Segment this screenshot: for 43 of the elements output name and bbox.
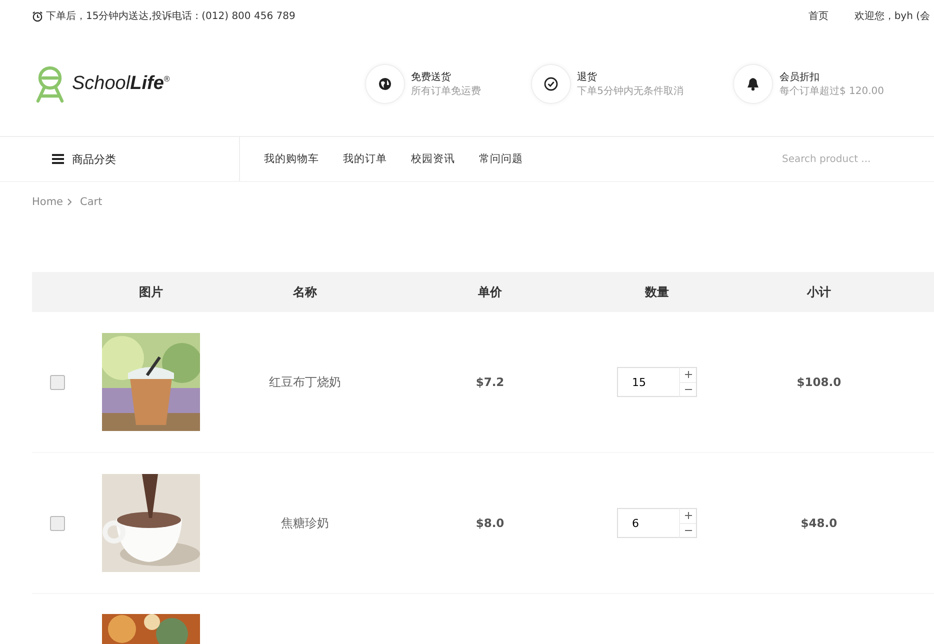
logo-text: SchoolLife$^{®}$ xyxy=(72,73,170,95)
minus-icon xyxy=(684,388,692,390)
quantity-field[interactable]: 6 xyxy=(617,508,679,538)
breadcrumb-current: Cart xyxy=(80,196,102,208)
nav-link[interactable]: 校园资讯 xyxy=(411,152,455,166)
top-link[interactable]: 欢迎您，byh (会 xyxy=(854,9,930,23)
nav-link[interactable]: 我的订单 xyxy=(343,152,387,166)
feature-subtitle: 所有订单免运费 xyxy=(411,84,482,98)
feature-subtitle: 每个订单超过$ 120.00 xyxy=(779,84,884,98)
breadcrumb-link[interactable]: Home xyxy=(32,196,64,208)
checkbox[interactable] xyxy=(50,516,65,530)
chevron-right-icon xyxy=(67,198,72,206)
subtotal: $48.0 xyxy=(800,516,838,530)
menu-icon xyxy=(52,154,64,164)
nav-link[interactable]: 我的购物车 xyxy=(264,152,319,166)
feature-title: 免费送货 xyxy=(411,70,452,84)
alarm-clock-icon xyxy=(32,10,43,22)
bell-icon xyxy=(746,77,760,91)
nav-link[interactable]: 常问问题 xyxy=(479,152,523,166)
product-name: 红豆布丁烧奶 xyxy=(268,374,342,390)
subtotal: $108.0 xyxy=(796,375,842,389)
plus-icon xyxy=(684,371,692,378)
feature-title: 会员折扣 xyxy=(779,70,820,84)
plus-icon xyxy=(684,512,692,520)
globe-icon xyxy=(378,77,392,91)
category-label: 商品分类 xyxy=(72,152,116,166)
column-header: 小计 xyxy=(806,284,832,300)
feature-title: 退货 xyxy=(577,70,598,84)
column-header: 单价 xyxy=(477,284,503,300)
top-link[interactable]: 首页 xyxy=(808,9,828,23)
column-header: 图片 xyxy=(138,284,164,300)
unit-price: $7.2 xyxy=(474,375,506,389)
column-header: 名称 xyxy=(292,284,318,300)
unit-price: $8.0 xyxy=(474,516,506,530)
checkbox[interactable] xyxy=(50,374,65,390)
column-header: 数量 xyxy=(644,284,670,300)
category-menu[interactable]: 商品分类 xyxy=(0,137,240,181)
feature-subtitle: 下单5分钟内无条件取消 xyxy=(577,84,684,98)
check-circle-icon xyxy=(544,77,558,91)
minus-icon xyxy=(684,530,692,531)
quantity-field[interactable]: 15 xyxy=(617,367,679,397)
product-name: 焦糖珍奶 xyxy=(280,514,330,532)
notice-text: 下单后，15分钟内送达,投诉电话 : (012) 800 456 789 xyxy=(46,10,296,23)
